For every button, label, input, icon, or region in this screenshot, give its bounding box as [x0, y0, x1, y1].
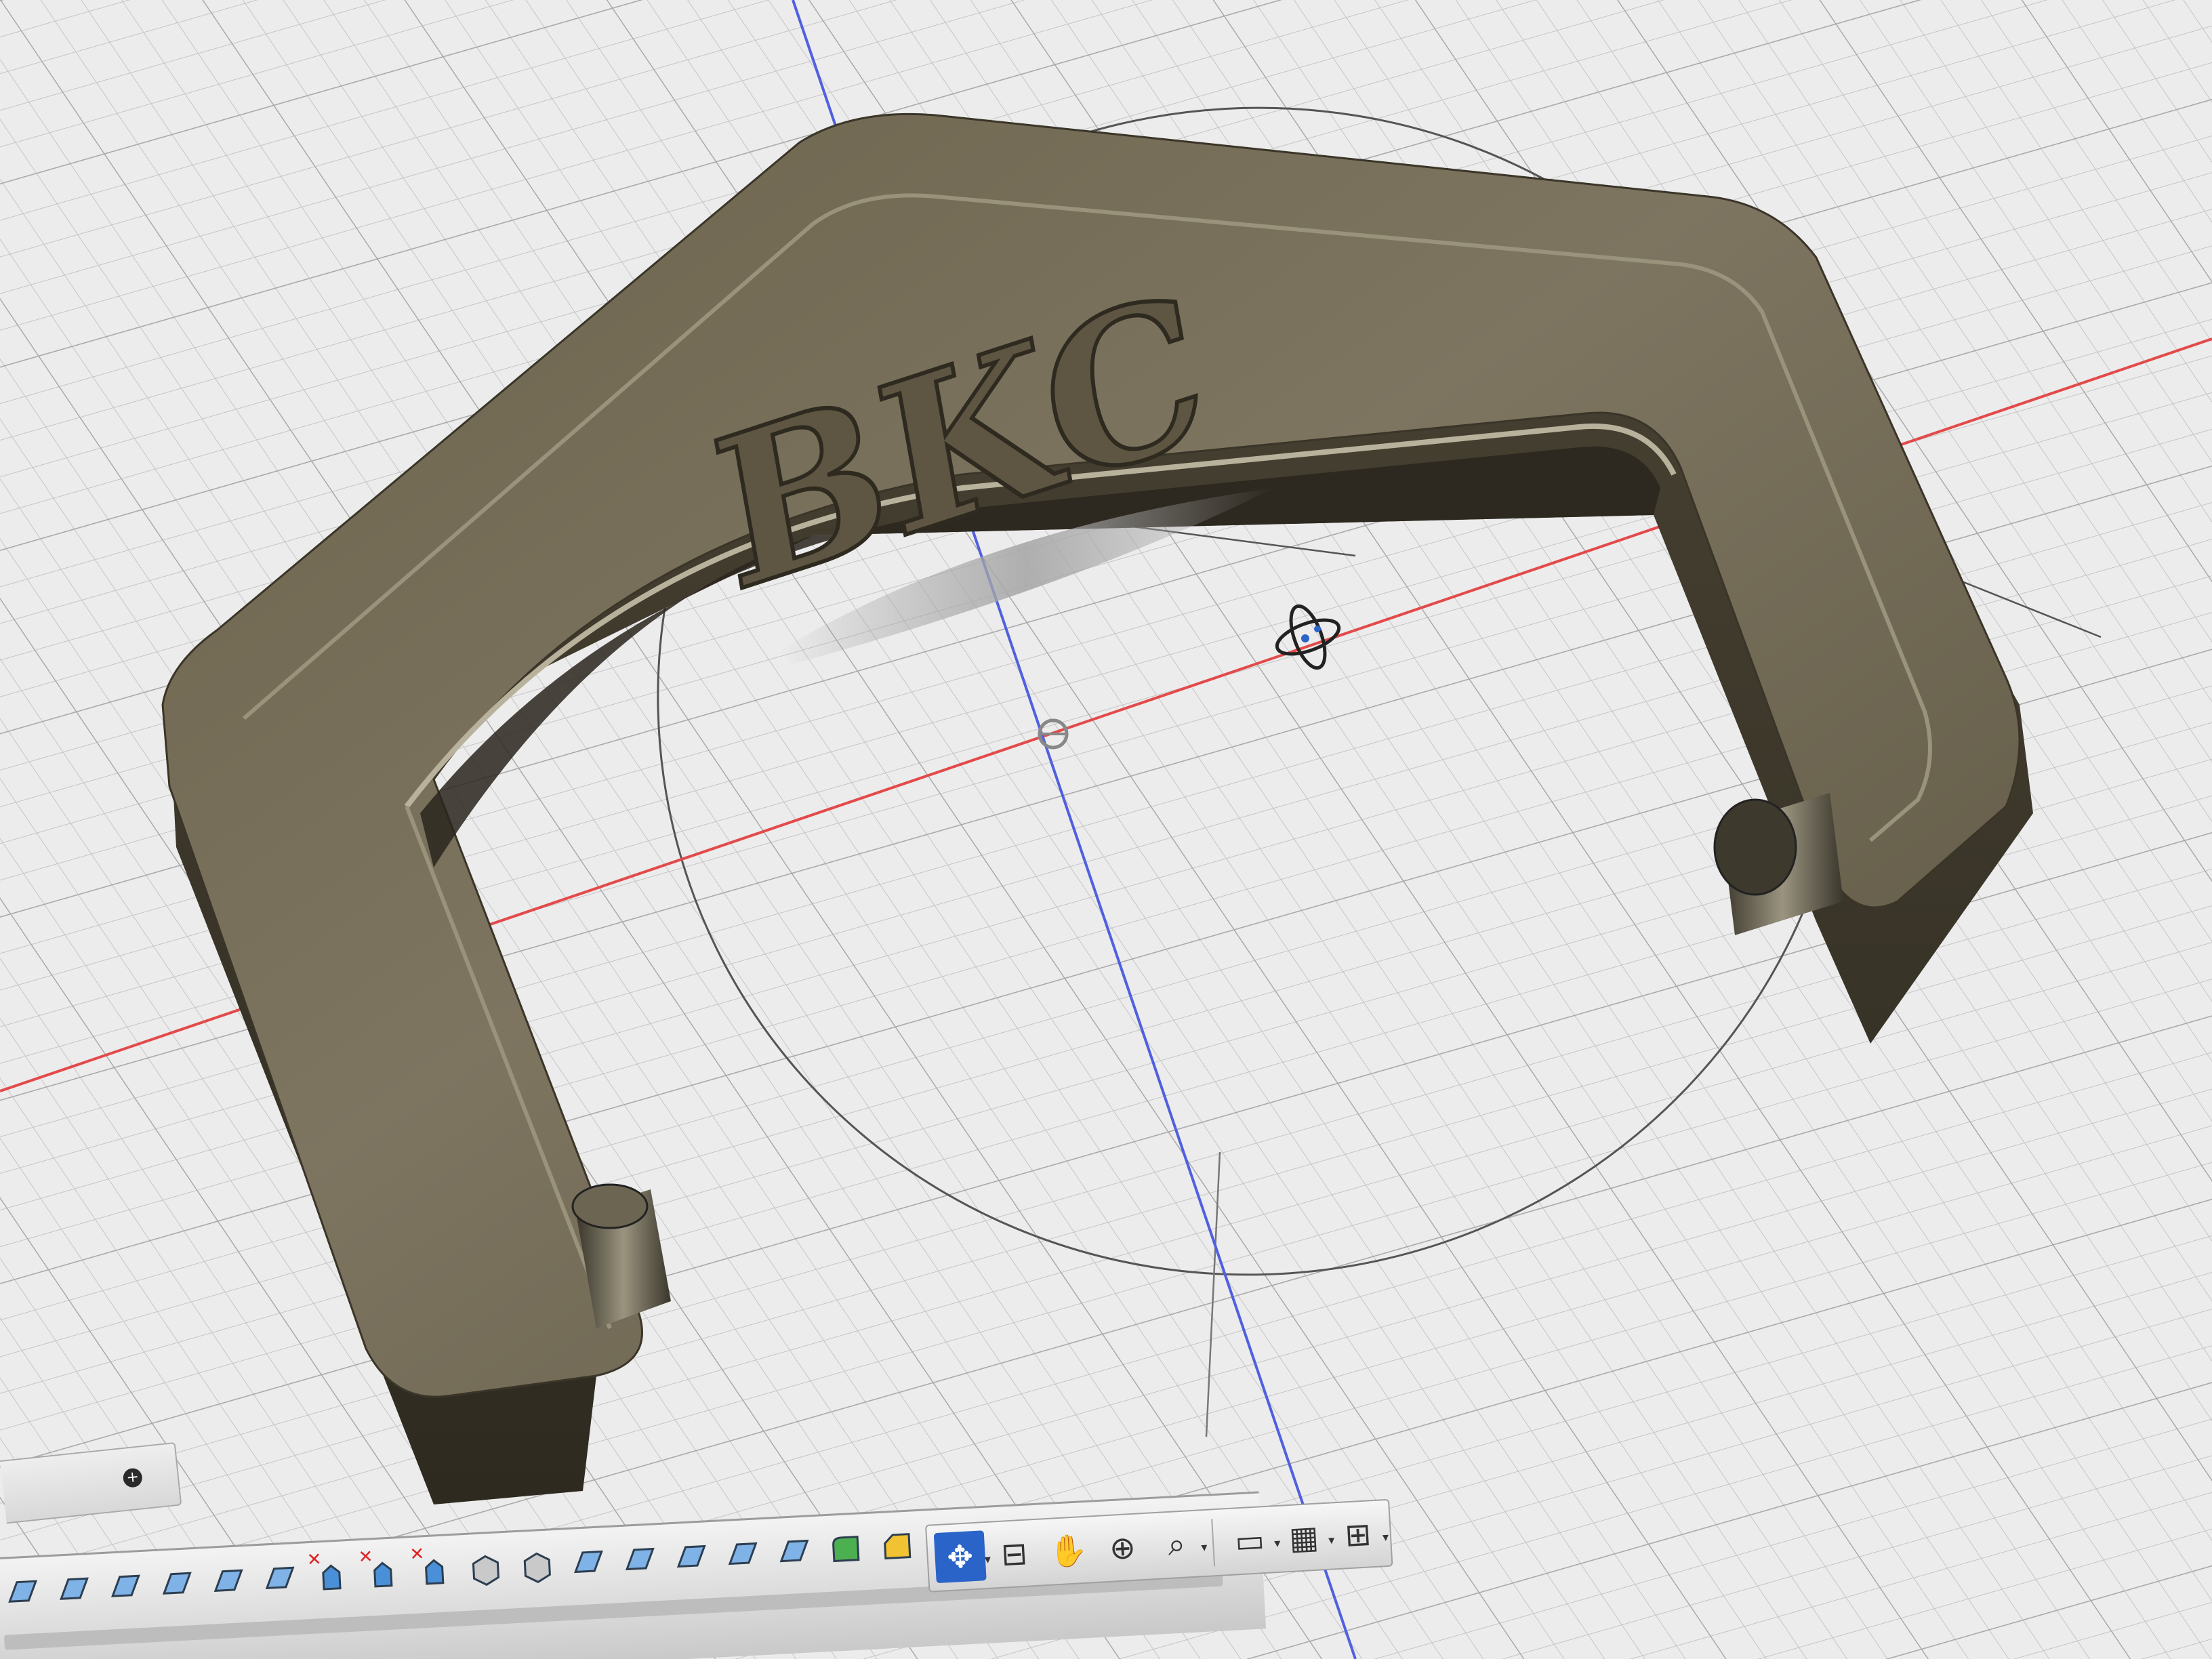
grid-snaps-icon[interactable]: ▦ ▾: [1277, 1511, 1335, 1564]
zoom-window-icon-glyph: ⌕: [1166, 1525, 1187, 1563]
orbit-icon-glyph: ✥: [945, 1538, 975, 1576]
sketch-step-icon[interactable]: [258, 1557, 302, 1601]
sketch-step-icon[interactable]: [567, 1541, 611, 1585]
grid-snaps-icon-glyph: ▦: [1288, 1518, 1320, 1557]
move-step-icon[interactable]: ✕: [409, 1544, 456, 1593]
cad-application: BKC + ✕ ✕ ✕ ✥ ▾ ⊟ ✋ ⊕ ⌕ ▾ ▭ ▾ ▦ ▾ ⊞ ▾: [0, 0, 2212, 1659]
move-step-icon[interactable]: ✕: [306, 1549, 354, 1599]
pan-hand-icon[interactable]: ✋: [1042, 1524, 1094, 1577]
error-icon: ✕: [409, 1544, 426, 1565]
sketch-step-icon[interactable]: [618, 1538, 662, 1582]
plus-circle-icon[interactable]: +: [122, 1467, 144, 1489]
display-settings-icon[interactable]: ▭ ▾: [1223, 1514, 1281, 1567]
look-at-icon[interactable]: ⊟: [988, 1528, 1041, 1580]
chevron-down-icon[interactable]: ▾: [1382, 1530, 1389, 1544]
zoom-window-icon[interactable]: ⌕ ▾: [1150, 1518, 1208, 1571]
fillet-step-icon[interactable]: [823, 1528, 867, 1572]
chevron-down-icon[interactable]: ▾: [1201, 1540, 1208, 1555]
sketch-step-icon[interactable]: [207, 1560, 251, 1604]
error-icon: ✕: [357, 1547, 374, 1568]
sketch-step-icon[interactable]: [1, 1571, 45, 1615]
sketch-step-icon[interactable]: [670, 1536, 714, 1580]
3d-viewport[interactable]: BKC: [0, 0, 2212, 1659]
move-step-icon[interactable]: ✕: [358, 1547, 405, 1596]
sketch-step-icon[interactable]: [52, 1568, 96, 1612]
zoom-icon-glyph: ⊕: [1108, 1528, 1137, 1567]
navbar-separator: [1211, 1519, 1216, 1567]
sketch-step-icon[interactable]: [773, 1530, 817, 1574]
extrude-step-icon[interactable]: [464, 1547, 508, 1591]
viewports-icon[interactable]: ⊞ ▾: [1332, 1508, 1389, 1561]
pan-hand-icon-glyph: ✋: [1048, 1531, 1089, 1570]
error-icon: ✕: [306, 1549, 323, 1571]
display-settings-icon-glyph: ▭: [1233, 1521, 1266, 1560]
sketch-step-icon[interactable]: [155, 1563, 199, 1607]
chamfer-step-icon[interactable]: [875, 1525, 919, 1569]
sketch-step-icon[interactable]: [104, 1565, 148, 1610]
viewports-icon-glyph: ⊞: [1344, 1515, 1372, 1554]
zoom-icon[interactable]: ⊕: [1096, 1521, 1149, 1574]
viewport-canvas[interactable]: BKC: [0, 0, 2212, 1659]
orbit-icon[interactable]: ✥ ▾: [933, 1530, 991, 1584]
look-at-icon-glyph: ⊟: [1000, 1534, 1029, 1573]
sketch-step-icon[interactable]: [721, 1533, 765, 1577]
extrude-step-icon[interactable]: [515, 1544, 559, 1588]
